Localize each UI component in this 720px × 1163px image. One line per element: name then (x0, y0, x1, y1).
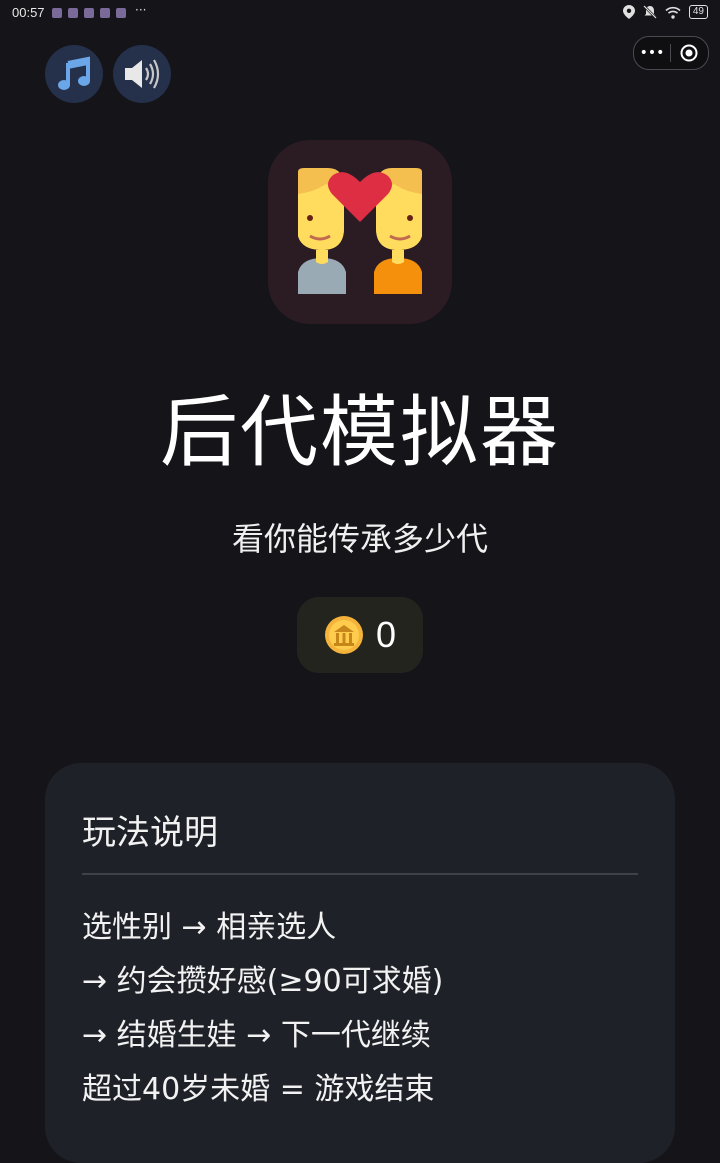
notification-icons (52, 8, 126, 18)
app-subtitle: 看你能传承多少代 (231, 520, 488, 558)
status-more: ··· (135, 3, 147, 17)
wifi-icon (665, 6, 681, 19)
app-notification-icon (84, 8, 94, 18)
battery-indicator: 49 (688, 5, 708, 19)
instructions-divider (82, 873, 638, 875)
coin-icon (324, 616, 363, 654)
instructions-title: 玩法说明 (82, 813, 218, 853)
music-note-icon (58, 56, 90, 90)
more-menu-button[interactable]: ••• (634, 45, 670, 61)
app-notification-icon (52, 8, 62, 18)
coin-value: 0 (375, 614, 397, 655)
status-right: 49 (622, 5, 708, 19)
app-notification-icon (68, 8, 78, 18)
sound-toggle-button[interactable] (113, 45, 171, 103)
speaker-icon (125, 59, 160, 89)
instructions-card: 玩法说明 选性别 → 相亲选人 → 约会攒好感(≥90可求婚) → 结婚生娃 →… (45, 763, 675, 1163)
miniprogram-capsule: ••• (633, 36, 709, 70)
instruction-line: 选性别 → 相亲选人 (82, 910, 337, 945)
instruction-line: → 结婚生娃 → 下一代继续 (82, 1018, 431, 1053)
close-button[interactable] (671, 44, 707, 62)
mute-bell-icon (642, 5, 657, 19)
coin-balance: 0 (297, 597, 423, 673)
music-toggle-button[interactable] (45, 45, 103, 103)
instruction-line: 超过40岁未婚 = 游戏结束 (82, 1072, 435, 1107)
status-time: 00:57 (12, 5, 45, 20)
app-notification-icon (100, 8, 110, 18)
status-bar: 00:57 ··· 49 (0, 0, 720, 26)
instructions-list: 选性别 → 相亲选人 → 约会攒好感(≥90可求婚) → 结婚生娃 → 下一代继… (82, 901, 443, 1117)
instruction-line: → 约会攒好感(≥90可求婚) (82, 964, 444, 999)
app-notification-icon (116, 8, 126, 18)
location-icon (622, 5, 635, 19)
app-title: 后代模拟器 (159, 388, 560, 478)
app-logo (268, 140, 452, 324)
target-icon (680, 44, 698, 62)
couple-with-heart-icon (298, 168, 422, 294)
